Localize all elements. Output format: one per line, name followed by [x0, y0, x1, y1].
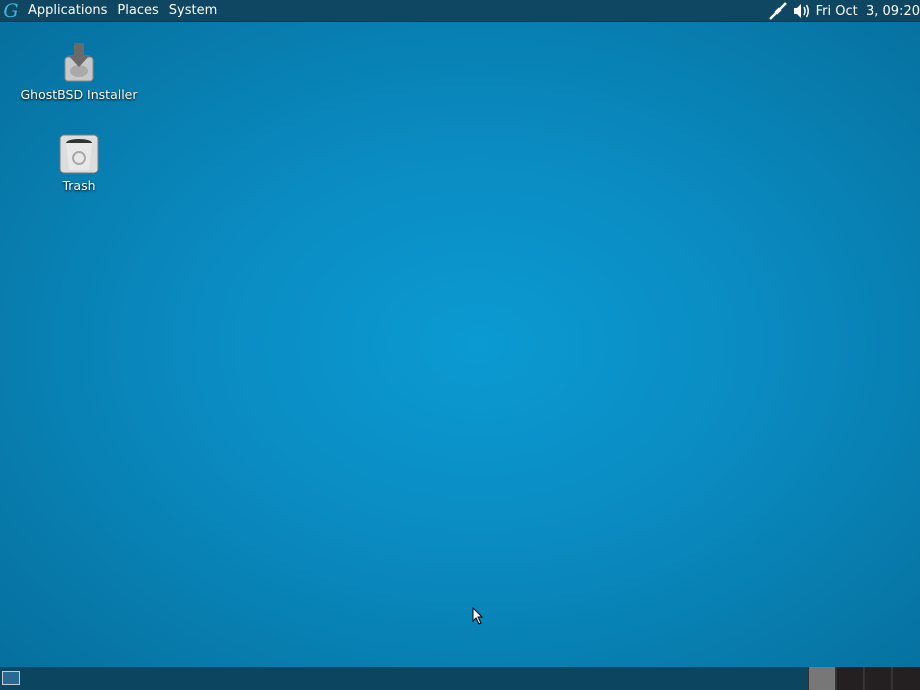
workspace-3[interactable]	[864, 667, 891, 690]
top-panel: G Applications Places System Fri Oct 3, …	[0, 0, 920, 22]
workspace-1[interactable]	[808, 667, 835, 690]
mouse-cursor-icon	[472, 607, 484, 625]
desktop-icon-label: Trash	[62, 178, 96, 193]
installer-icon	[59, 43, 99, 83]
workspace-4[interactable]	[892, 667, 920, 690]
menu-applications[interactable]: Applications	[26, 3, 109, 18]
workspace-2[interactable]	[836, 667, 863, 690]
menu-system[interactable]: System	[167, 3, 219, 18]
clock[interactable]: Fri Oct 3, 09:20	[816, 4, 920, 19]
desktop-icon-trash[interactable]: Trash	[19, 134, 139, 193]
network-icon[interactable]	[768, 2, 788, 20]
desktop-icon-ghostbsd-installer[interactable]: GhostBSD Installer	[19, 43, 139, 102]
menu-places[interactable]: Places	[115, 3, 160, 18]
desktop-icon-label: GhostBSD Installer	[20, 87, 138, 102]
show-desktop-button[interactable]	[2, 671, 20, 685]
trash-icon	[59, 134, 99, 174]
ghostbsd-logo-icon[interactable]: G	[0, 0, 22, 22]
volume-icon[interactable]	[793, 3, 811, 19]
bottom-panel	[0, 667, 920, 690]
